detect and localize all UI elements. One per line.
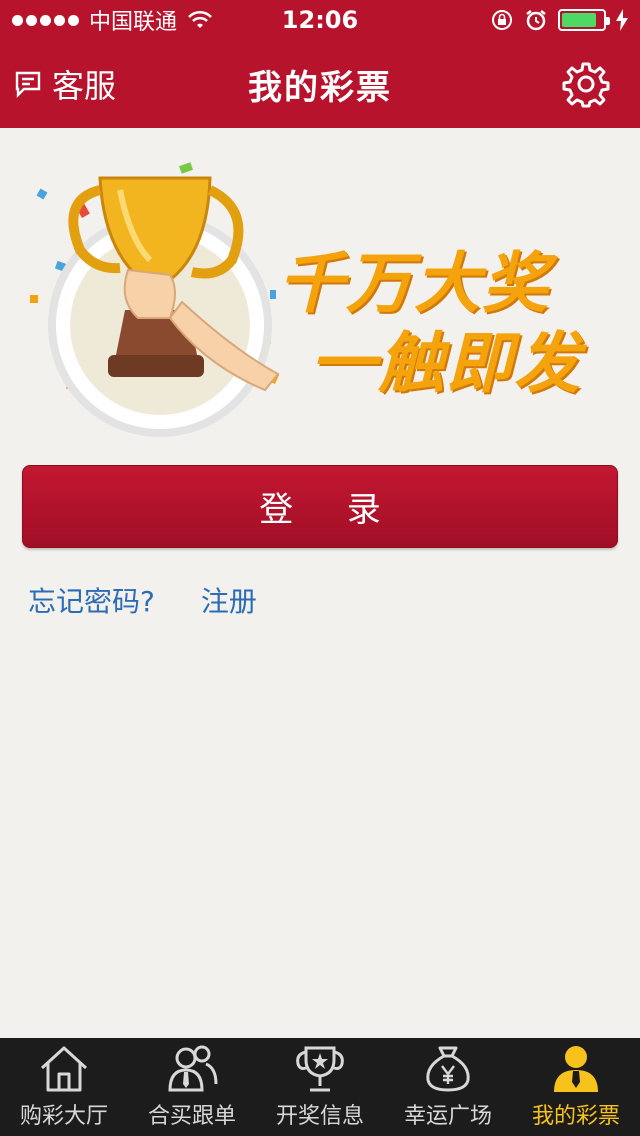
charging-icon [616, 9, 628, 31]
money-bag-icon [426, 1046, 470, 1092]
tab-label: 购彩大厅 [19, 1104, 108, 1129]
navigation-bar: 客服 我的彩票 [0, 40, 640, 128]
house-icon [40, 1046, 88, 1092]
register-link[interactable]: 注册 [201, 580, 257, 620]
wifi-icon [188, 10, 212, 28]
tab-label: 幸运广场 [403, 1104, 492, 1129]
tab-label: 合买跟单 [147, 1104, 236, 1129]
hero-banner: 千万大奖 一触即发 [20, 150, 620, 440]
settings-button[interactable] [562, 60, 610, 108]
gear-icon [562, 62, 610, 108]
tab-label: 我的彩票 [531, 1104, 620, 1129]
forgot-password-link[interactable]: 忘记密码? [28, 580, 155, 620]
slogan-line-2: 一触即发 [310, 324, 582, 402]
customer-service-label: 客服 [52, 67, 117, 105]
user-icon [554, 1046, 598, 1092]
rotation-lock-icon [492, 10, 512, 30]
customer-service-icon [15, 71, 41, 98]
users-icon [168, 1045, 218, 1092]
account-links: 忘记密码? 注册 [28, 580, 257, 620]
battery-level [562, 13, 596, 27]
tab-group-buy[interactable]: 合买跟单 [128, 1038, 256, 1136]
customer-service-button[interactable]: 客服 [14, 40, 116, 128]
login-button[interactable]: 登 录 [22, 465, 618, 548]
tab-my-lottery[interactable]: 我的彩票 [512, 1038, 640, 1136]
status-bar: 中国联通 12:06 [0, 0, 640, 40]
tab-lucky-square[interactable]: 幸运广场 [384, 1038, 512, 1136]
tab-label: 开奖信息 [275, 1104, 364, 1129]
tab-draw-results[interactable]: 开奖信息 [256, 1038, 384, 1136]
trophy-icon [296, 1046, 344, 1092]
alarm-icon [526, 10, 546, 31]
trophy-illustration [30, 162, 280, 437]
carrier-name: 中国联通 [89, 10, 178, 35]
tab-lottery-hall[interactable]: 购彩大厅 [0, 1038, 128, 1136]
tab-bar: 购彩大厅 合买跟单 开奖信息 幸运广场 我的彩票 [0, 1038, 640, 1136]
battery-icon [558, 9, 610, 31]
signal-strength-icon [12, 14, 79, 26]
